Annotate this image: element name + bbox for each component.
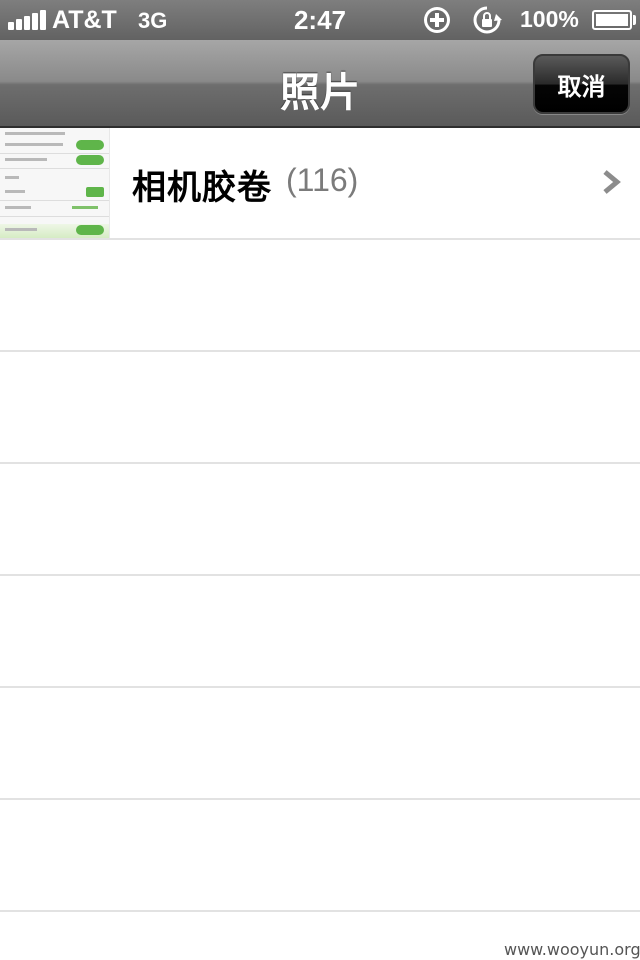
watermark-text: www.wooyun.org — [504, 940, 640, 959]
navigation-bar: 照片 取消 — [0, 40, 640, 128]
album-row-camera-roll[interactable]: 相机胶卷 (116) — [0, 128, 640, 240]
battery-tip — [633, 15, 636, 25]
empty-row — [0, 800, 640, 912]
battery-icon — [592, 10, 632, 30]
empty-row — [0, 464, 640, 576]
add-circle-icon — [424, 7, 450, 33]
empty-row — [0, 576, 640, 688]
album-photo-count: (116) — [286, 162, 359, 198]
empty-row — [0, 240, 640, 352]
cancel-button[interactable]: 取消 — [533, 54, 630, 114]
album-thumbnail — [0, 128, 110, 238]
album-list: 相机胶卷 (116) — [0, 128, 640, 912]
battery-percentage: 100% — [520, 6, 579, 32]
battery-level-fill — [596, 14, 628, 26]
album-name: 相机胶卷 — [132, 169, 272, 207]
empty-row — [0, 688, 640, 800]
chevron-right-icon — [603, 170, 621, 194]
status-bar: AT&T 3G 2:47 100% — [0, 0, 640, 40]
empty-row — [0, 352, 640, 464]
rotation-lock-icon — [473, 6, 502, 34]
